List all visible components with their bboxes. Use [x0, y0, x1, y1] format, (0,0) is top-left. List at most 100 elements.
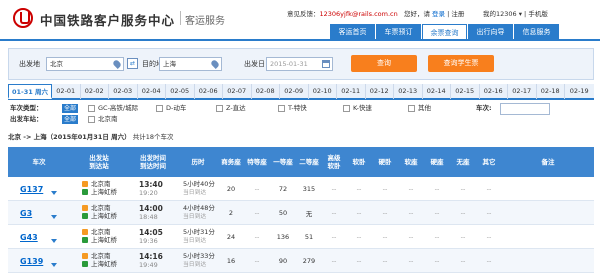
date-tab[interactable]: 02-18: [537, 84, 565, 99]
seat-availability[interactable]: --: [424, 225, 450, 249]
train-number-link[interactable]: G43: [8, 225, 58, 249]
from-input[interactable]: 北京: [46, 57, 124, 71]
date-tab[interactable]: 02-04: [138, 84, 166, 99]
seat-availability[interactable]: 315: [296, 177, 322, 201]
seat-availability[interactable]: --: [398, 177, 424, 201]
checkbox[interactable]: [88, 105, 95, 112]
date-tab[interactable]: 02-10: [309, 84, 337, 99]
checkbox[interactable]: [408, 105, 415, 112]
seat-availability[interactable]: 136: [270, 225, 296, 249]
col-duration[interactable]: 历时: [178, 147, 218, 177]
to-input[interactable]: 上海: [159, 57, 222, 71]
seat-availability[interactable]: 20: [218, 177, 244, 201]
seat-availability[interactable]: --: [322, 201, 346, 225]
expand-stops-icon[interactable]: [51, 215, 57, 219]
mobile-link[interactable]: 手机版: [528, 10, 548, 18]
seat-availability[interactable]: --: [372, 177, 398, 201]
seat-availability[interactable]: --: [244, 201, 270, 225]
seat-availability[interactable]: --: [424, 201, 450, 225]
seat-availability[interactable]: --: [398, 201, 424, 225]
date-tab[interactable]: 02-15: [451, 84, 480, 99]
seat-availability[interactable]: --: [476, 225, 502, 249]
seat-availability[interactable]: --: [244, 177, 270, 201]
seat-availability[interactable]: 无: [296, 201, 322, 225]
seat-availability[interactable]: --: [476, 249, 502, 273]
seat-availability[interactable]: --: [450, 249, 476, 273]
seat-availability[interactable]: 72: [270, 177, 296, 201]
date-tab[interactable]: 02-01: [52, 84, 81, 99]
date-tab[interactable]: 02-13: [394, 84, 423, 99]
checkbox[interactable]: [156, 105, 163, 112]
date-tab[interactable]: 02-06: [195, 84, 223, 99]
seat-availability[interactable]: --: [244, 249, 270, 273]
nav-home[interactable]: 客运首页: [330, 24, 375, 40]
station-all-tag[interactable]: 全部: [62, 115, 79, 124]
nav-ticket-query[interactable]: 余票查询: [422, 24, 467, 40]
seat-availability[interactable]: --: [372, 201, 398, 225]
seat-availability[interactable]: --: [322, 225, 346, 249]
nav-booking[interactable]: 车票预订: [376, 24, 421, 40]
date-tab[interactable]: 02-12: [366, 84, 394, 99]
nav-travel-guide[interactable]: 出行向导: [468, 24, 513, 40]
seat-availability[interactable]: 50: [270, 201, 296, 225]
date-tab[interactable]: 02-03: [109, 84, 138, 99]
expand-stops-icon[interactable]: [51, 239, 57, 243]
date-tab[interactable]: 02-09: [280, 84, 309, 99]
seat-availability[interactable]: --: [346, 177, 372, 201]
checkbox[interactable]: [216, 105, 223, 112]
calendar-icon[interactable]: [322, 60, 330, 68]
seat-availability[interactable]: 279: [296, 249, 322, 273]
login-link[interactable]: 登录: [432, 10, 445, 18]
seat-availability[interactable]: --: [424, 177, 450, 201]
seat-availability[interactable]: --: [322, 177, 346, 201]
col-station[interactable]: 出发站 到达站: [70, 147, 128, 177]
date-tab[interactable]: 02-16: [480, 84, 508, 99]
seat-availability[interactable]: --: [346, 201, 372, 225]
checkbox[interactable]: [343, 105, 350, 112]
train-number-link[interactable]: G137: [8, 177, 58, 201]
seat-availability[interactable]: --: [450, 225, 476, 249]
query-button[interactable]: 查询: [351, 55, 417, 72]
expand-stops-icon[interactable]: [51, 263, 57, 267]
seat-availability[interactable]: --: [322, 249, 346, 273]
seat-availability[interactable]: --: [244, 225, 270, 249]
seat-availability[interactable]: --: [450, 201, 476, 225]
register-link[interactable]: 注册: [451, 10, 464, 18]
seat-availability[interactable]: --: [346, 249, 372, 273]
seat-availability[interactable]: 2: [218, 201, 244, 225]
date-tab[interactable]: 02-14: [423, 84, 451, 99]
date-tab[interactable]: 02-11: [337, 84, 366, 99]
date-tab[interactable]: 02-08: [252, 84, 280, 99]
train-type-all-tag[interactable]: 全部: [62, 104, 79, 113]
seat-availability[interactable]: --: [372, 249, 398, 273]
train-number-link[interactable]: G3: [8, 201, 58, 225]
seat-availability[interactable]: --: [450, 177, 476, 201]
date-tab[interactable]: 02-02: [81, 84, 109, 99]
seat-availability[interactable]: --: [476, 201, 502, 225]
date-tab[interactable]: 02-19: [565, 84, 594, 99]
date-input[interactable]: 2015-01-31: [266, 57, 333, 71]
seat-availability[interactable]: 90: [270, 249, 296, 273]
nav-info-service[interactable]: 信息服务: [514, 24, 559, 40]
date-tab-current[interactable]: 01-31 周六: [8, 84, 52, 99]
expand-stops-icon[interactable]: [51, 191, 57, 195]
col-time[interactable]: 出发时间 到达时间: [128, 147, 178, 177]
checkbox[interactable]: [278, 105, 285, 112]
seat-availability[interactable]: --: [346, 225, 372, 249]
train-number-link[interactable]: G139: [8, 249, 58, 273]
checkbox[interactable]: [88, 116, 95, 123]
date-tab[interactable]: 02-05: [166, 84, 195, 99]
seat-availability[interactable]: --: [398, 249, 424, 273]
date-tab[interactable]: 02-07: [223, 84, 252, 99]
my12306-link[interactable]: 我的12306: [483, 10, 517, 18]
swap-stations-icon[interactable]: ⇄: [127, 58, 138, 69]
student-query-button[interactable]: 查询学生票: [428, 55, 494, 72]
seat-availability[interactable]: 24: [218, 225, 244, 249]
seat-availability[interactable]: --: [424, 249, 450, 273]
train-number-input[interactable]: [500, 103, 550, 115]
seat-availability[interactable]: 16: [218, 249, 244, 273]
seat-availability[interactable]: --: [476, 177, 502, 201]
date-tab[interactable]: 02-17: [508, 84, 537, 99]
seat-availability[interactable]: 51: [296, 225, 322, 249]
seat-availability[interactable]: --: [398, 225, 424, 249]
